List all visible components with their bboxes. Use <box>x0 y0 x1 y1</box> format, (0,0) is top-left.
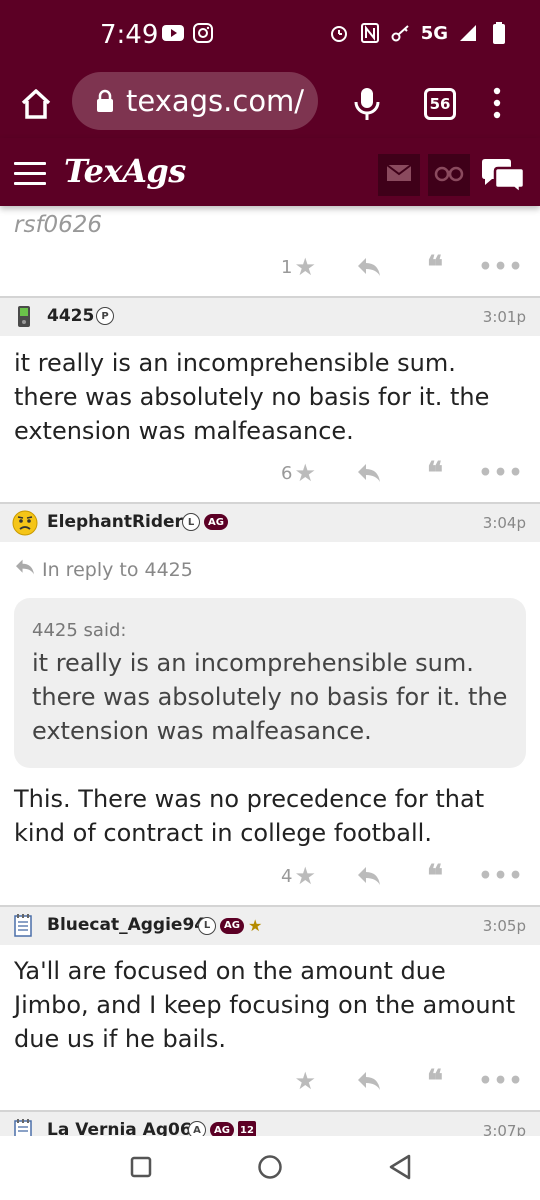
star-icon: ★ <box>294 459 316 487</box>
post-time: 3:01p <box>482 308 526 326</box>
premium-badge: P <box>96 307 114 325</box>
home-nav-icon[interactable] <box>257 1154 283 1180</box>
url-bar[interactable]: texags.com/ <box>72 72 318 130</box>
status-bar: 7:49 5G <box>0 0 540 66</box>
binoculars-button[interactable] <box>428 154 470 196</box>
quote-block: 4425 said: it really is an incomprehensi… <box>14 598 526 768</box>
quote-icon[interactable]: ❝ <box>422 456 448 491</box>
post-header: Bluecat_Aggie94 L AG ★ 3:05p <box>0 905 540 945</box>
nfc-icon <box>359 22 381 44</box>
instagram-icon <box>192 22 214 44</box>
post-username[interactable]: Bluecat_Aggie94 <box>47 915 206 935</box>
account-badge: A <box>188 1121 206 1136</box>
star-icon: ★ <box>294 253 316 281</box>
like-button[interactable]: 4 ★ <box>281 862 316 890</box>
notepad-avatar-icon <box>12 1118 36 1136</box>
like-count: 6 <box>281 462 293 484</box>
post-time: 3:07p <box>482 1122 526 1136</box>
like-count: 4 <box>281 865 293 887</box>
post-time: 3:05p <box>482 917 526 935</box>
worried-face-avatar-icon <box>12 510 38 536</box>
like-button[interactable]: 6 ★ <box>281 459 316 487</box>
like-count: 1 <box>281 256 293 278</box>
post-actions: ★ ❝ ••• <box>294 1064 522 1099</box>
ag-badge: AG <box>204 514 228 530</box>
twelfth-man-badge: 12 <box>237 1121 256 1136</box>
post-actions: 6 ★ ❝ ••• <box>281 456 523 491</box>
more-icon[interactable]: ••• <box>478 460 522 486</box>
mail-button[interactable] <box>378 154 420 196</box>
microphone-icon[interactable] <box>352 86 382 122</box>
reply-to-link[interactable]: In reply to 4425 <box>14 558 193 581</box>
reply-to-text: In reply to 4425 <box>42 558 193 581</box>
home-icon[interactable] <box>18 86 54 122</box>
lock-icon <box>94 89 116 113</box>
site-logo[interactable]: TexAgs <box>64 152 186 190</box>
tab-switcher-button[interactable]: 56 <box>424 88 456 120</box>
reply-icon[interactable] <box>356 1068 382 1094</box>
quote-icon[interactable]: ❝ <box>422 250 448 285</box>
more-icon[interactable]: ••• <box>478 254 522 280</box>
star-icon: ★ <box>294 862 316 890</box>
signal-icon <box>457 22 479 44</box>
post-actions: 4 ★ ❝ ••• <box>281 859 523 894</box>
post-time: 3:04p <box>482 514 526 532</box>
ag-badge: AG <box>210 1122 234 1136</box>
post-header: 4425 P 3:01p <box>0 296 540 336</box>
post-username[interactable]: ElephantRider <box>47 512 183 532</box>
recents-icon[interactable] <box>130 1156 152 1178</box>
network-label: 5G <box>420 22 448 44</box>
post-body: Ya'll are focused on the amount due Jimb… <box>14 957 516 1053</box>
post-body: it really is an incomprehensible sum. th… <box>14 349 490 445</box>
back-icon[interactable] <box>388 1154 412 1180</box>
quote-author: 4425 said: <box>32 620 127 641</box>
star-icon: ★ <box>294 1067 316 1095</box>
thread-content: rsf0626 1 ★ ❝ ••• 4425 P 3:01p it really… <box>0 206 540 1136</box>
status-time: 7:49 <box>100 20 159 50</box>
reply-icon <box>14 558 36 581</box>
ag-badge: AG <box>220 917 244 934</box>
reply-icon[interactable] <box>356 460 382 486</box>
vpn-key-icon <box>390 22 412 44</box>
battery-icon <box>488 22 510 44</box>
post-signature: rsf0626 <box>14 212 103 238</box>
post-actions: 1 ★ ❝ ••• <box>281 250 523 285</box>
lifetime-badge: L <box>182 513 200 531</box>
quote-icon[interactable]: ❝ <box>422 859 448 894</box>
hamburger-menu-icon[interactable] <box>14 162 46 185</box>
youtube-icon <box>162 22 184 44</box>
lifetime-badge: L <box>198 916 216 935</box>
post-username[interactable]: 4425 <box>47 306 94 326</box>
post-body: This. There was no precedence for that k… <box>14 785 485 847</box>
more-icon[interactable]: ••• <box>478 863 522 889</box>
binoculars-icon <box>434 164 464 186</box>
overflow-menu-icon[interactable] <box>490 86 504 120</box>
more-icon[interactable]: ••• <box>478 1068 522 1094</box>
url-text: texags.com/ <box>126 84 305 118</box>
like-button[interactable]: ★ <box>294 1067 316 1095</box>
system-nav-bar <box>0 1136 540 1200</box>
notepad-avatar-icon <box>12 913 36 937</box>
mail-icon <box>386 164 412 186</box>
reply-icon[interactable] <box>356 863 382 889</box>
post-header: La Vernia Ag06 A AG 12 3:07p <box>0 1110 540 1136</box>
post-username[interactable]: La Vernia Ag06 <box>47 1120 192 1136</box>
post-header: ElephantRider L AG 3:04p <box>0 502 540 542</box>
phone-avatar-icon <box>12 304 36 328</box>
tab-count: 56 <box>429 95 451 113</box>
reply-icon[interactable] <box>356 254 382 280</box>
quote-icon[interactable]: ❝ <box>422 1064 448 1099</box>
chat-icon[interactable] <box>480 158 526 196</box>
quote-text: it really is an incomprehensible sum. th… <box>32 649 508 745</box>
browser-toolbar: texags.com/ 56 <box>0 66 540 138</box>
site-header: TexAgs <box>0 138 540 206</box>
star-badge: ★ <box>247 916 263 935</box>
like-button[interactable]: 1 ★ <box>281 253 316 281</box>
alarm-icon <box>328 22 350 44</box>
